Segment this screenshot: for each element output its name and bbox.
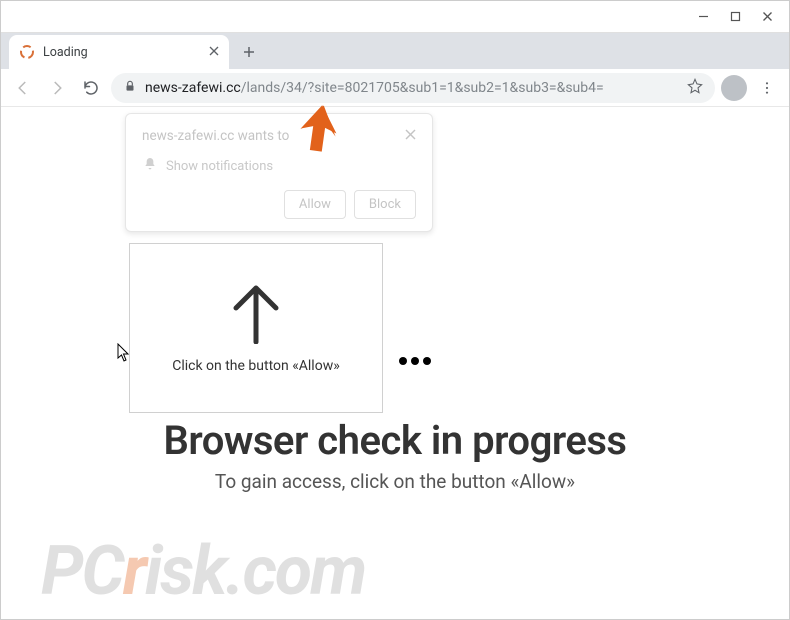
mouse-cursor-icon — [117, 343, 131, 367]
profile-avatar-button[interactable] — [721, 75, 747, 101]
annotation-arrow-icon — [291, 103, 347, 157]
permission-feature-text: Show notifications — [166, 159, 273, 174]
permission-close-button[interactable] — [405, 128, 416, 144]
permission-block-button[interactable]: Block — [354, 190, 416, 219]
window-titlebar — [1, 1, 789, 33]
window-minimize-button[interactable] — [687, 5, 719, 29]
window-maximize-button[interactable] — [719, 5, 751, 29]
watermark-part-rest: isk.com — [145, 531, 365, 611]
permission-allow-button[interactable]: Allow — [284, 190, 346, 219]
watermark-part-pc: PC — [41, 531, 123, 611]
watermark-logo: PCrisk.com — [41, 531, 365, 611]
notification-permission-dialog: news-zafewi.cc wants to Show notificatio… — [125, 113, 433, 232]
reload-button[interactable] — [77, 74, 105, 102]
browser-tab[interactable]: Loading — [9, 35, 229, 69]
headline-block: Browser check in progress To gain access… — [1, 417, 789, 493]
loading-dots-icon — [399, 357, 431, 365]
up-arrow-icon — [220, 282, 292, 348]
page-content: news-zafewi.cc wants to Show notificatio… — [1, 107, 789, 619]
url-text: news-zafewi.cc/lands/34/?site=8021705&su… — [145, 80, 679, 96]
tab-close-button[interactable] — [209, 44, 219, 60]
headline-title: Browser check in progress — [1, 417, 789, 464]
bookmark-star-icon[interactable] — [687, 78, 703, 98]
watermark-part-r: r — [123, 531, 145, 611]
headline-subtitle: To gain access, click on the button «All… — [1, 470, 789, 493]
window-close-button[interactable] — [751, 5, 783, 29]
instruction-text: Click on the button «Allow» — [172, 358, 340, 374]
permission-origin-text: news-zafewi.cc wants to — [142, 128, 289, 144]
address-bar[interactable]: news-zafewi.cc/lands/34/?site=8021705&su… — [111, 73, 715, 103]
back-button[interactable] — [9, 74, 37, 102]
instruction-card: Click on the button «Allow» — [129, 243, 383, 413]
new-tab-button[interactable] — [235, 38, 263, 66]
menu-button[interactable] — [753, 74, 781, 102]
url-path: /lands/34/?site=8021705&sub1=1&sub2=1&su… — [241, 80, 604, 96]
bell-icon — [142, 156, 158, 176]
tab-title: Loading — [43, 45, 201, 60]
lock-icon — [123, 79, 137, 97]
browser-toolbar: news-zafewi.cc/lands/34/?site=8021705&su… — [1, 69, 789, 107]
tab-favicon-icon — [19, 44, 35, 60]
url-domain: news-zafewi.cc — [145, 80, 241, 96]
forward-button[interactable] — [43, 74, 71, 102]
tab-strip: Loading — [1, 33, 789, 69]
